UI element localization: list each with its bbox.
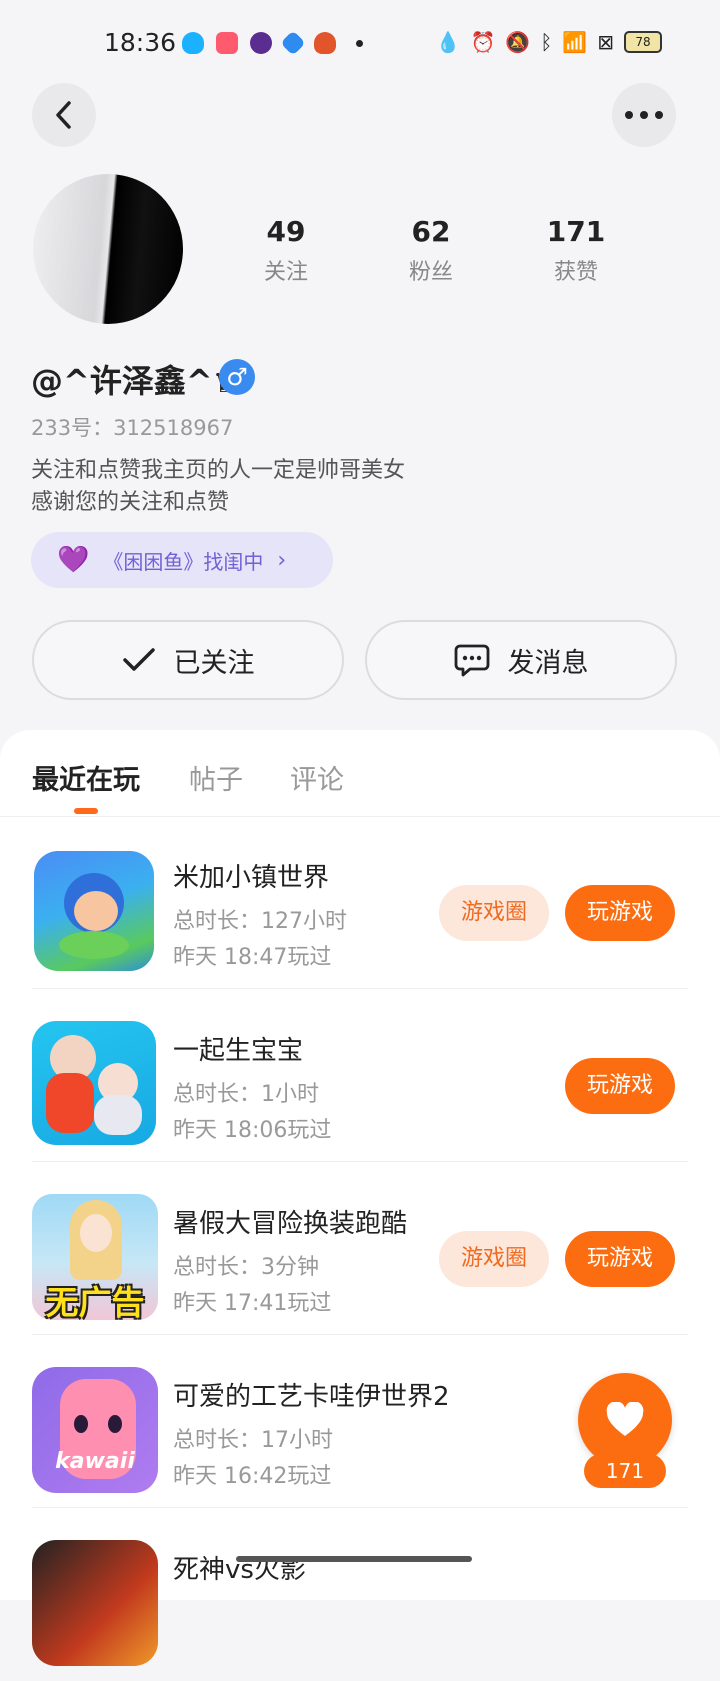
app-icon [280, 30, 306, 56]
home-indicator[interactable] [236, 1556, 472, 1562]
hearts-icon: 💜 [57, 545, 90, 575]
more-options-button[interactable] [612, 83, 676, 147]
stat-followers[interactable]: 62 粉丝 [376, 215, 486, 286]
game-icon-text: kawaii [55, 1449, 135, 1474]
tab-posts[interactable]: 帖子 [189, 758, 243, 797]
chevron-left-icon [56, 101, 71, 129]
tab-comments[interactable]: 评论 [290, 758, 344, 797]
game-last-played: 昨天 16:42玩过 [173, 1464, 332, 1489]
drop-icon: 💧 [435, 30, 461, 54]
stat-likes[interactable]: 171 获赞 [521, 215, 631, 286]
chat-bubble-icon [454, 644, 489, 677]
game-duration: 总时长：127小时 [173, 909, 347, 934]
game-list-item[interactable]: 米加小镇世界 总时长：127小时 昨天 18:47玩过 游戏圈 玩游戏 [0, 817, 720, 989]
wifi-icon: 📶 [562, 30, 588, 54]
followed-label: 已关注 [173, 647, 255, 679]
notification-icons [182, 30, 363, 56]
male-icon: ♂ [219, 359, 255, 395]
game-duration: 总时长：3分钟 [173, 1255, 319, 1280]
avatar[interactable] [33, 174, 183, 324]
game-icon [34, 851, 154, 971]
alarm-icon: ⏰ [470, 30, 496, 54]
chevron-right-icon: › [277, 547, 287, 573]
mute-icon: 🔕 [505, 30, 531, 54]
bio-line: 感谢您的关注和点赞 [31, 490, 230, 515]
play-game-button[interactable]: 玩游戏 [565, 885, 675, 941]
play-game-button[interactable]: 玩游戏 [565, 1231, 675, 1287]
game-circle-button[interactable]: 游戏圈 [439, 885, 549, 941]
game-name: 死神vs火影 [173, 1555, 306, 1585]
game-circle-button[interactable]: 游戏圈 [439, 1231, 549, 1287]
game-list-item[interactable]: 一起生宝宝 总时长：1小时 昨天 18:06玩过 玩游戏 [0, 990, 720, 1162]
stat-label: 粉丝 [408, 260, 453, 285]
game-name: 一起生宝宝 [173, 1036, 304, 1066]
battery-icon: 78 [624, 31, 662, 53]
seeking-partner-chip[interactable]: 💜 《困困鱼》找闺中 › [31, 532, 333, 588]
game-last-played: 昨天 17:41玩过 [173, 1291, 332, 1316]
game-icon: 无广告 [32, 1194, 158, 1320]
game-list-item[interactable]: 死神vs火影 [0, 1509, 720, 1681]
game-duration: 总时长：1小时 [173, 1082, 319, 1107]
divider [32, 988, 688, 989]
active-tab-indicator [74, 808, 98, 814]
game-icon-text: 无广告 [45, 1283, 145, 1320]
send-message-button[interactable]: 发消息 [365, 620, 677, 700]
qq-icon [182, 32, 204, 54]
app-icon [216, 32, 238, 54]
stat-value: 62 [411, 215, 451, 248]
send-message-label: 发消息 [507, 647, 589, 679]
divider [32, 1334, 688, 1335]
game-name: 米加小镇世界 [173, 863, 330, 893]
divider [32, 1507, 688, 1508]
user-nickname: @^许泽鑫^♛ [31, 362, 242, 400]
user-bio: 关注和点赞我主页的人一定是帅哥美女 感谢您的关注和点赞 [31, 455, 405, 519]
checkmark-icon [122, 648, 155, 671]
game-last-played: 昨天 18:47玩过 [173, 945, 332, 970]
stat-following[interactable]: 49 关注 [231, 215, 341, 286]
game-icon [32, 1021, 156, 1145]
app-icon [250, 32, 272, 54]
bluetooth-icon: ᛒ [540, 30, 553, 54]
more-dots-icon [625, 111, 663, 119]
like-button[interactable] [578, 1373, 672, 1467]
app-icon [314, 32, 336, 54]
stat-value: 49 [266, 215, 306, 248]
game-name: 可爱的工艺卡哇伊世界2 [173, 1382, 450, 1412]
stat-value: 171 [546, 215, 606, 248]
status-time: 18:36 [104, 28, 177, 57]
like-count: 171 [584, 1454, 666, 1488]
bio-line: 关注和点赞我主页的人一定是帅哥美女 [31, 458, 406, 483]
more-notifications-icon [356, 39, 363, 47]
followed-button[interactable]: 已关注 [32, 620, 344, 700]
stat-label: 获赞 [553, 260, 598, 285]
heart-icon [606, 1402, 644, 1436]
game-name: 暑假大冒险换装跑酷 [173, 1209, 408, 1239]
game-duration: 总时长：17小时 [173, 1428, 333, 1453]
back-button[interactable] [32, 83, 96, 147]
tab-bar: 最近在玩 帖子 评论 [0, 730, 720, 817]
game-icon: kawaii [32, 1367, 158, 1493]
divider [32, 1161, 688, 1162]
sim-icon: ⊠ [597, 30, 614, 54]
system-icons: 💧 ⏰ 🔕 ᛒ 📶 ⊠ 78 [436, 30, 662, 54]
seeking-text: 《困困鱼》找闺中 [103, 549, 264, 574]
game-last-played: 昨天 18:06玩过 [173, 1118, 332, 1143]
game-list-item[interactable]: 无广告 暑假大冒险换装跑酷 总时长：3分钟 昨天 17:41玩过 游戏圈 玩游戏 [0, 1163, 720, 1335]
play-game-button[interactable]: 玩游戏 [565, 1058, 675, 1114]
status-bar: 18:36 💧 ⏰ 🔕 ᛒ 📶 ⊠ 78 [0, 0, 720, 90]
game-icon [32, 1540, 158, 1666]
user-id: 233号：312518967 [31, 416, 234, 440]
tab-recently-played[interactable]: 最近在玩 [32, 758, 140, 797]
stat-label: 关注 [263, 260, 308, 285]
